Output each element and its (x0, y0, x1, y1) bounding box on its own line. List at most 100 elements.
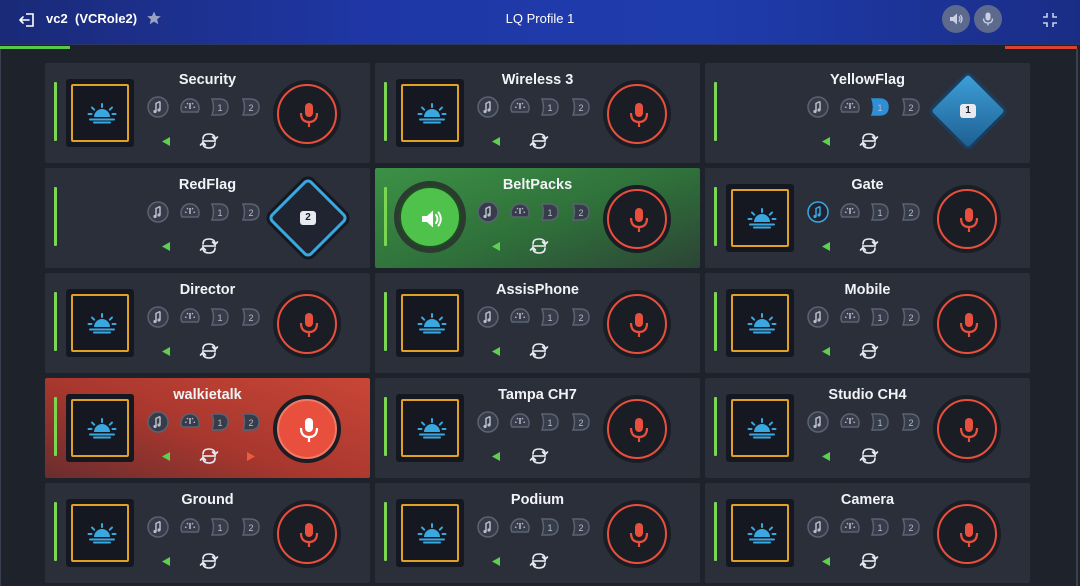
input-1-icon[interactable]: 1 (538, 305, 562, 329)
listen-button[interactable] (66, 394, 134, 462)
input-1-icon[interactable]: 1 (868, 515, 892, 539)
input-2-icon[interactable]: 2 (569, 305, 593, 329)
gauge-icon[interactable] (178, 305, 202, 329)
channel-tile-security[interactable]: Security 1 2 (45, 63, 370, 163)
channel-tile-redflag[interactable]: RedFlag 1 2 2 (45, 168, 370, 268)
talk-button[interactable] (933, 395, 1001, 463)
gauge-icon[interactable] (508, 515, 532, 539)
exit-icon[interactable] (17, 10, 37, 30)
swap-icon[interactable] (858, 340, 880, 362)
gauge-icon[interactable] (508, 305, 532, 329)
gauge-icon[interactable] (838, 305, 862, 329)
music-note-icon[interactable] (806, 515, 830, 539)
music-note-icon[interactable] (476, 200, 500, 224)
input-1-icon[interactable]: 1 (208, 95, 232, 119)
channel-tile-walkietalk[interactable]: walkietalk 1 2 (45, 378, 370, 478)
swap-icon[interactable] (528, 550, 550, 572)
swap-icon[interactable] (528, 235, 550, 257)
listen-button[interactable] (396, 289, 464, 357)
input-1-icon[interactable]: 1 (208, 515, 232, 539)
gauge-icon[interactable] (508, 200, 532, 224)
volume-button[interactable] (942, 5, 970, 33)
talk-button[interactable] (603, 185, 671, 253)
music-note-icon[interactable] (476, 95, 500, 119)
input-2-icon[interactable]: 2 (239, 305, 263, 329)
input-2-icon[interactable]: 2 (899, 515, 923, 539)
gauge-icon[interactable] (178, 200, 202, 224)
swap-icon[interactable] (528, 445, 550, 467)
swap-icon[interactable] (528, 340, 550, 362)
input-1-icon[interactable]: 1 (538, 95, 562, 119)
star-icon[interactable] (146, 9, 162, 27)
channel-tile-beltpacks[interactable]: BeltPacks 1 2 (375, 168, 700, 268)
talk-button[interactable] (603, 500, 671, 568)
listen-button[interactable] (394, 181, 466, 253)
listen-button[interactable] (726, 499, 794, 567)
music-note-icon[interactable] (146, 305, 170, 329)
swap-icon[interactable] (198, 445, 220, 467)
talk-button[interactable] (603, 80, 671, 148)
listen-button[interactable] (66, 289, 134, 357)
listen-button[interactable] (726, 184, 794, 252)
talk-button[interactable] (273, 395, 341, 463)
input-2-icon[interactable]: 2 (239, 410, 263, 434)
input-2-icon[interactable]: 2 (239, 200, 263, 224)
input-2-icon[interactable]: 2 (569, 200, 593, 224)
collapse-icon[interactable] (1040, 10, 1060, 30)
input-2-icon[interactable]: 2 (569, 515, 593, 539)
swap-icon[interactable] (198, 130, 220, 152)
channel-tile-director[interactable]: Director 1 2 (45, 273, 370, 373)
talk-button[interactable] (603, 290, 671, 358)
talk-button[interactable] (273, 80, 341, 148)
listen-button[interactable] (726, 289, 794, 357)
input-1-icon[interactable]: 1 (208, 305, 232, 329)
gauge-icon[interactable] (508, 410, 532, 434)
input-1-icon[interactable]: 1 (868, 410, 892, 434)
gauge-icon[interactable] (178, 515, 202, 539)
input-1-icon[interactable]: 1 (538, 515, 562, 539)
input-1-icon[interactable]: 1 (538, 200, 562, 224)
swap-icon[interactable] (858, 550, 880, 572)
channel-tile-assisphone[interactable]: AssisPhone 1 2 (375, 273, 700, 373)
listen-button[interactable] (396, 394, 464, 462)
music-note-icon[interactable] (146, 95, 170, 119)
gauge-icon[interactable] (838, 200, 862, 224)
swap-icon[interactable] (198, 235, 220, 257)
talk-button[interactable] (933, 290, 1001, 358)
listen-button[interactable] (66, 499, 134, 567)
music-note-icon[interactable] (806, 200, 830, 224)
music-note-icon[interactable] (476, 515, 500, 539)
gauge-icon[interactable] (508, 95, 532, 119)
swap-icon[interactable] (858, 235, 880, 257)
talk-button[interactable] (933, 500, 1001, 568)
music-note-icon[interactable] (146, 200, 170, 224)
input-1-icon[interactable]: 1 (868, 95, 892, 119)
talk-button[interactable] (273, 500, 341, 568)
gauge-icon[interactable] (178, 95, 202, 119)
input-2-icon[interactable]: 2 (569, 95, 593, 119)
channel-tile-tampa-ch7[interactable]: Tampa CH7 1 2 (375, 378, 700, 478)
talk-button[interactable] (273, 290, 341, 358)
input-2-icon[interactable]: 2 (239, 95, 263, 119)
swap-icon[interactable] (528, 130, 550, 152)
channel-tile-studio-ch4[interactable]: Studio CH4 1 2 (705, 378, 1030, 478)
channel-tile-mobile[interactable]: Mobile 1 2 (705, 273, 1030, 373)
channel-tile-camera[interactable]: Camera 1 2 (705, 483, 1030, 583)
channel-tile-wireless-3[interactable]: Wireless 3 1 2 (375, 63, 700, 163)
music-note-icon[interactable] (806, 95, 830, 119)
swap-icon[interactable] (198, 340, 220, 362)
input-2-icon[interactable]: 2 (569, 410, 593, 434)
channel-tile-ground[interactable]: Ground 1 2 (45, 483, 370, 583)
channel-tile-podium[interactable]: Podium 1 2 (375, 483, 700, 583)
input-2-icon[interactable]: 2 (899, 95, 923, 119)
gauge-icon[interactable] (178, 410, 202, 434)
input-2-icon[interactable]: 2 (899, 410, 923, 434)
listen-button[interactable] (726, 394, 794, 462)
input-1-icon[interactable]: 1 (538, 410, 562, 434)
mic-button[interactable] (974, 5, 1002, 33)
music-note-icon[interactable] (476, 410, 500, 434)
gauge-icon[interactable] (838, 95, 862, 119)
talk-button[interactable] (933, 185, 1001, 253)
input-1-icon[interactable]: 1 (868, 200, 892, 224)
music-note-icon[interactable] (806, 410, 830, 434)
